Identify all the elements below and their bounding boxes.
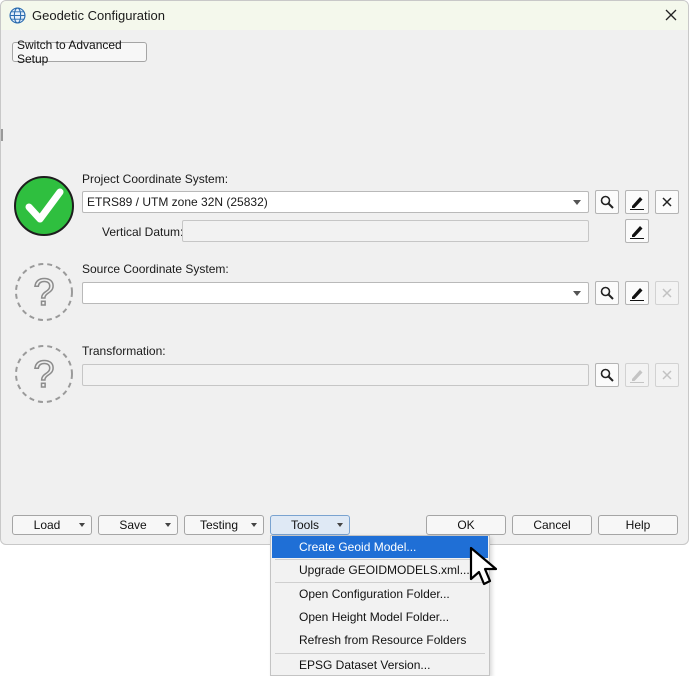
pen-icon [630,197,644,210]
ok-button[interactable]: OK [426,515,506,535]
svg-text:?: ? [33,354,54,396]
search-icon [600,368,614,382]
geodetic-configuration-dialog: Geodetic Configuration Switch to Advance… [0,0,689,545]
close-icon [662,288,672,298]
chevron-down-icon [165,523,171,527]
menu-item-open-configuration-folder[interactable]: Open Configuration Folder... [272,583,488,605]
source-coordinate-system-label: Source Coordinate System: [82,262,229,276]
menu-item-upgrade-geoidmodels[interactable]: Upgrade GEOIDMODELS.xml... [272,559,488,581]
window-title: Geodetic Configuration [32,8,165,23]
switch-advanced-setup-button[interactable]: Switch to Advanced Setup [12,38,147,66]
project-coordinate-system-label: Project Coordinate System: [82,172,229,186]
source-clear-button[interactable] [655,281,679,305]
search-icon [600,286,614,300]
close-icon [665,9,677,21]
unknown-question-icon: ? [15,345,73,403]
chevron-down-icon [337,523,343,527]
testing-button-label: Testing [199,518,239,532]
source-search-button[interactable] [595,281,619,305]
pen-icon [630,370,644,383]
transformation-clear-button[interactable] [655,363,679,387]
save-button-label: Save [119,518,147,532]
project-search-button[interactable] [595,190,619,214]
menu-item-epsg-dataset-version[interactable]: EPSG Dataset Version... [272,654,488,676]
load-button-label: Load [33,518,61,532]
valid-check-icon [14,176,74,236]
close-icon [662,370,672,380]
globe-icon [9,7,26,24]
project-clear-button[interactable] [655,190,679,214]
transformation-edit-button[interactable] [625,363,649,387]
menu-item-open-height-model-folder[interactable]: Open Height Model Folder... [272,606,488,628]
menu-item-create-geoid-model[interactable]: Create Geoid Model... [272,536,488,558]
window-edge-mark [1,129,3,141]
chevron-down-icon [251,523,257,527]
menu-item-refresh-resource-folders[interactable]: Refresh from Resource Folders [272,629,488,651]
search-icon [600,195,614,209]
pen-icon [630,288,644,301]
save-button[interactable]: Save [98,515,178,535]
pen-icon [630,226,644,239]
chevron-down-icon [79,523,85,527]
tools-menu: Create Geoid Model... Upgrade GEOIDMODEL… [270,535,490,676]
testing-button[interactable]: Testing [184,515,264,535]
help-button[interactable]: Help [598,515,678,535]
close-icon [662,197,672,207]
source-edit-button[interactable] [625,281,649,305]
vertical-datum-edit-button[interactable] [625,219,649,243]
unknown-question-icon: ? [15,263,73,321]
project-edit-button[interactable] [625,190,649,214]
vertical-datum-field[interactable] [182,220,589,242]
vertical-datum-label: Vertical Datum: [102,225,184,239]
cancel-button[interactable]: Cancel [512,515,592,535]
transformation-field[interactable] [82,364,589,386]
close-button[interactable] [660,4,682,26]
project-coordinate-system-value: ETRS89 / UTM zone 32N (25832) [87,195,268,209]
chevron-down-icon [573,200,581,205]
chevron-down-icon [573,291,581,296]
project-coordinate-system-combo[interactable]: ETRS89 / UTM zone 32N (25832) [82,191,589,213]
transformation-label: Transformation: [82,344,166,358]
source-coordinate-system-combo[interactable] [82,282,589,304]
load-button[interactable]: Load [12,515,92,535]
title-bar: Geodetic Configuration [1,1,688,30]
tools-button-label: Tools [290,518,319,532]
transformation-search-button[interactable] [595,363,619,387]
tools-button[interactable]: Tools [270,515,350,535]
svg-text:?: ? [33,272,54,314]
